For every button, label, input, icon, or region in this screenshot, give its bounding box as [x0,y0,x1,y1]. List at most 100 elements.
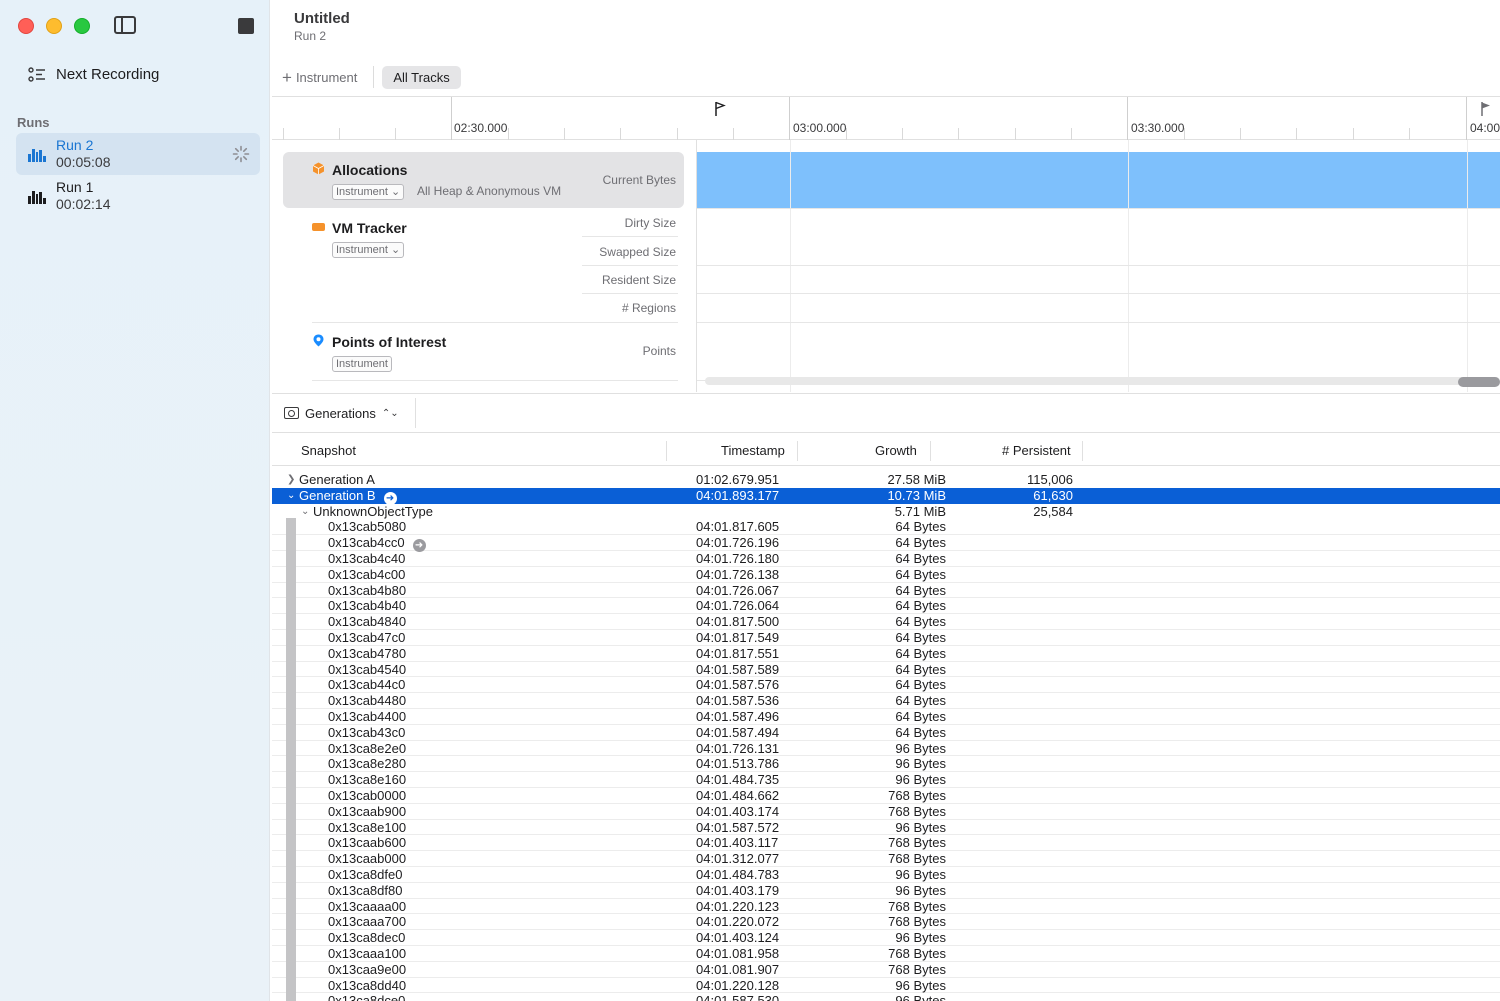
table-row[interactable]: 0x13ca8e280 04:01.513.786 96 Bytes [272,756,1500,773]
horizontal-scrollbar-thumb[interactable] [1458,377,1500,387]
table-row[interactable]: 0x13cab4c00 04:01.726.138 64 Bytes [272,567,1500,583]
cell-timestamp: 04:01.726.131 [696,740,780,756]
cell-timestamp: 04:01.726.064 [696,598,780,614]
column-header-growth[interactable]: Growth [875,443,917,458]
track-poi-name: Points of Interest [332,334,447,350]
zoom-window-button[interactable] [74,18,90,34]
stop-recording-button[interactable] [238,18,254,34]
table-row-generation-a[interactable]: ❯ Generation A 01:02.679.951 27.58 MiB 1… [272,472,1500,488]
ruler-minor-tick [508,128,509,140]
table-row[interactable]: 0x13cab4540 04:01.587.589 64 Bytes [272,662,1500,678]
cell-address: 0x13cab43c0 [328,725,405,741]
ruler-minor-tick [1071,128,1072,140]
generations-table[interactable]: ❯ Generation A 01:02.679.951 27.58 MiB 1… [272,472,1500,1001]
cell-address-text: 0x13ca8dce0 [328,993,406,1001]
allocations-graph[interactable] [697,152,1500,208]
table-row[interactable]: 0x13ca8dfe0 04:01.484.783 96 Bytes [272,867,1500,883]
flag-icon[interactable] [714,101,726,117]
table-row[interactable]: 0x13caab600 04:01.403.117 768 Bytes [272,835,1500,852]
table-row[interactable]: 0x13caaaa00 04:01.220.123 768 Bytes [272,899,1500,915]
table-row[interactable]: 0x13caa9e00 04:01.081.907 768 Bytes [272,962,1500,978]
table-row[interactable]: 0x13ca8df80 04:01.403.179 96 Bytes [272,883,1500,899]
column-divider[interactable] [930,441,931,461]
table-row[interactable]: 0x13caab000 04:01.312.077 768 Bytes [272,851,1500,867]
cell-address-text: 0x13caaa100 [328,945,407,961]
chevron-right-icon[interactable]: ❯ [287,472,295,488]
chevron-down-icon[interactable]: ⌄ [301,504,309,520]
chevron-down-icon[interactable]: ⌄ [287,488,295,504]
table-row[interactable]: 0x13cab43c0 04:01.587.494 64 Bytes [272,725,1500,741]
generations-selector[interactable]: Generations ⌃⌄ [284,406,399,421]
all-tracks-button[interactable]: All Tracks [382,65,461,89]
table-row[interactable]: 0x13cab4c40 04:01.726.180 64 Bytes [272,551,1500,567]
column-header-persistent[interactable]: # Persistent [1002,443,1071,458]
column-divider[interactable] [666,441,667,461]
lane-line [697,293,1500,294]
cube-icon [312,162,325,175]
table-row[interactable]: 0x13caab900 04:01.403.174 768 Bytes [272,804,1500,820]
table-row[interactable]: 0x13cab4480 04:01.587.536 64 Bytes [272,693,1500,709]
track-graph-area[interactable] [696,140,1500,392]
close-window-button[interactable] [18,18,34,34]
column-divider[interactable] [797,441,798,461]
run-name: Run 2 [56,137,94,153]
instrument-badge[interactable]: Instrument [332,356,392,372]
table-row[interactable]: 0x13cab4400 04:01.587.496 64 Bytes [272,709,1500,725]
table-row[interactable]: 0x13caaa100 04:01.081.958 768 Bytes [272,946,1500,962]
table-row[interactable]: 0x13cab4cc0 ➜ 04:01.726.196 64 Bytes [272,535,1500,553]
track-allocations-subtitle: All Heap & Anonymous VM [417,184,562,198]
table-row[interactable]: 0x13caaa700 04:01.220.072 768 Bytes [272,914,1500,931]
table-row[interactable]: 0x13ca8e100 04:01.587.572 96 Bytes [272,820,1500,836]
table-row-generation-b[interactable]: ⌄ Generation B ➜ 04:01.893.177 10.73 MiB … [272,487,1500,505]
cell-address: 0x13cab4400 [328,709,406,725]
flag-icon[interactable] [1480,101,1492,117]
table-row[interactable]: 0x13cab0000 04:01.484.662 768 Bytes [272,788,1500,804]
minimize-window-button[interactable] [46,18,62,34]
table-row[interactable]: 0x13ca8dec0 04:01.403.124 96 Bytes [272,930,1500,946]
table-row[interactable]: 0x13ca8e2e0 04:01.726.131 96 Bytes [272,741,1500,757]
run-item-2[interactable]: Run 2 00:05:08 [16,133,260,175]
cell-snapshot: UnknownObjectType [313,503,433,519]
cell-persistent: 115,006 [1026,472,1073,487]
cell-snapshot: Generation B ➜ [299,488,397,505]
cell-address: 0x13cab5080 [328,519,406,535]
cell-address-text: 0x13cab4b80 [328,582,407,598]
cell-size: 96 Bytes [895,740,946,756]
add-instrument-button[interactable]: + Instrument [282,69,357,86]
column-header-timestamp[interactable]: Timestamp [721,443,785,458]
sidebar-toggle-icon[interactable] [114,16,136,34]
table-row[interactable]: 0x13cab44c0 04:01.587.576 64 Bytes [272,677,1500,694]
ruler-tick [1466,97,1467,140]
cell-address: 0x13cab4540 [328,662,406,678]
table-row-group[interactable]: ⌄ UnknownObjectType 5.71 MiB 25,584 [272,504,1500,520]
chart-icon [28,188,46,204]
chevron-down-icon: ⌄ [387,244,401,256]
grid-line [1467,140,1468,392]
camera-icon [284,407,299,419]
table-row[interactable]: 0x13cab4780 04:01.817.551 64 Bytes [272,646,1500,662]
cell-address-text: 0x13ca8dec0 [328,930,406,946]
cell-address: 0x13cab44c0 [328,677,405,693]
table-row[interactable]: 0x13cab5080 04:01.817.605 64 Bytes [272,519,1500,536]
table-row[interactable]: 0x13cab4840 04:01.817.500 64 Bytes [272,614,1500,630]
run-item-1[interactable]: Run 1 00:02:14 [16,175,260,217]
instrument-dropdown[interactable]: Instrument ⌄ [332,184,405,200]
timeline-ruler[interactable]: 02:30.000 03:00.000 03:30.000 04:00 [272,96,1500,140]
cell-timestamp: 04:01.220.128 [696,977,780,993]
table-row[interactable]: 0x13ca8dce0 04:01.587.530 96 Bytes [272,993,1500,1001]
table-row[interactable]: 0x13ca8e160 04:01.484.735 96 Bytes [272,772,1500,788]
table-row[interactable]: 0x13cab4b80 04:01.726.067 64 Bytes [272,583,1500,599]
table-row[interactable]: 0x13cab47c0 04:01.817.549 64 Bytes [272,630,1500,646]
cell-size: 64 Bytes [895,708,946,724]
table-row[interactable]: 0x13ca8dd40 04:01.220.128 96 Bytes [272,978,1500,994]
horizontal-scrollbar-track[interactable] [705,377,1500,385]
cell-timestamp: 01:02.679.951 [696,472,780,487]
column-header-snapshot[interactable]: Snapshot [301,443,356,458]
table-row[interactable]: 0x13cab4b40 04:01.726.064 64 Bytes [272,598,1500,615]
column-divider[interactable] [1082,441,1083,461]
instrument-dropdown[interactable]: Instrument ⌄ [332,242,405,258]
next-recording-item[interactable]: Next Recording [28,66,159,83]
object-rows: 0x13cab5080 04:01.817.605 64 Bytes 0x13cab4… [272,519,1500,1001]
cell-address: 0x13cab4c00 [328,567,405,583]
cell-timestamp: 04:01.817.500 [696,614,780,630]
